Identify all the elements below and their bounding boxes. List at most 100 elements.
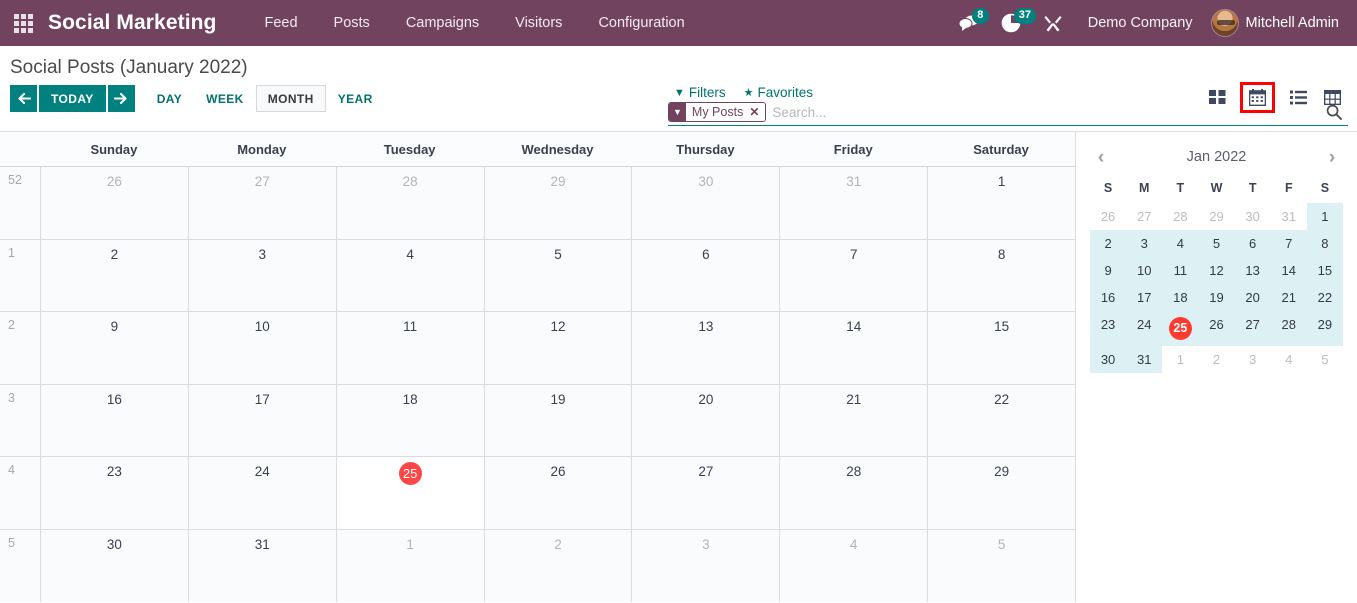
mini-calendar-day[interactable]: 29 xyxy=(1198,203,1234,230)
calendar-day-number[interactable]: 7 xyxy=(850,245,858,265)
mini-calendar-day[interactable]: 23 xyxy=(1090,311,1127,346)
mini-calendar-day[interactable]: 18 xyxy=(1162,284,1199,311)
week-number[interactable]: 4 xyxy=(0,457,40,529)
calendar-day-number[interactable]: 27 xyxy=(698,462,713,482)
calendar-day-number[interactable]: 5 xyxy=(998,535,1006,555)
calendar-day-number[interactable]: 26 xyxy=(107,172,122,192)
calendar-day-cell[interactable]: 3 xyxy=(631,529,780,602)
calendar-day-number[interactable]: 13 xyxy=(698,317,713,337)
week-number[interactable]: 52 xyxy=(0,167,40,239)
mini-calendar-day[interactable]: 2 xyxy=(1198,346,1234,373)
calendar-day-number[interactable]: 12 xyxy=(550,317,565,337)
mini-calendar-day[interactable]: 21 xyxy=(1270,284,1307,311)
calendar-day-number[interactable]: 2 xyxy=(554,535,562,555)
week-number[interactable]: 3 xyxy=(0,384,40,457)
mini-calendar-day[interactable]: 28 xyxy=(1162,203,1198,230)
mini-calendar-day[interactable]: 26 xyxy=(1090,203,1126,230)
calendar-day-cell[interactable]: 1 xyxy=(335,529,484,602)
mini-calendar-day[interactable]: 24 xyxy=(1126,311,1163,346)
calendar-day-cell[interactable]: 10 xyxy=(187,312,336,384)
week-number[interactable]: 1 xyxy=(0,239,40,312)
messages-menu[interactable]: 8 xyxy=(948,0,990,46)
calendar-day-number[interactable]: 2 xyxy=(111,245,119,265)
calendar-day-cell[interactable]: 20 xyxy=(631,384,780,457)
mini-calendar-day[interactable]: 20 xyxy=(1234,284,1271,311)
calendar-day-cell[interactable]: 8 xyxy=(927,239,1075,312)
calendar-day-number[interactable]: 15 xyxy=(994,317,1009,337)
mini-calendar-day[interactable]: 29 xyxy=(1306,311,1343,346)
mini-calendar-day[interactable]: 9 xyxy=(1090,257,1127,284)
mini-calendar-day[interactable]: 4 xyxy=(1162,230,1199,257)
calendar-day-number[interactable]: 9 xyxy=(111,317,119,337)
calendar-day-cell[interactable]: 18 xyxy=(335,384,484,457)
calendar-day-cell[interactable]: 12 xyxy=(483,312,632,384)
calendar-day-cell[interactable]: 16 xyxy=(40,384,188,457)
calendar-day-number[interactable]: 30 xyxy=(698,172,713,192)
company-switcher[interactable]: Demo Company xyxy=(1074,15,1207,31)
calendar-day-number[interactable]: 31 xyxy=(255,535,270,555)
calendar-day-cell[interactable]: 7 xyxy=(779,239,928,312)
calendar-day-cell[interactable]: 2 xyxy=(483,529,632,602)
mini-calendar-day[interactable]: 3 xyxy=(1235,346,1271,373)
calendar-day-number[interactable]: 14 xyxy=(846,317,861,337)
calendar-day-number[interactable]: 29 xyxy=(994,462,1009,482)
today-button[interactable]: TODAY xyxy=(39,85,106,112)
mini-calendar-day[interactable]: 19 xyxy=(1198,284,1235,311)
calendar-day-cell[interactable]: 19 xyxy=(483,384,632,457)
mini-calendar-day[interactable]: 7 xyxy=(1270,230,1307,257)
calendar-day-cell[interactable]: 3 xyxy=(187,239,336,312)
calendar-day-cell[interactable]: 31 xyxy=(779,167,928,239)
calendar-day-cell[interactable]: 4 xyxy=(779,529,928,602)
calendar-day-cell[interactable]: 30 xyxy=(40,529,188,602)
filters-dropdown[interactable]: ▼ Filters xyxy=(674,85,726,100)
calendar-day-number[interactable]: 1 xyxy=(998,172,1006,192)
calendar-day-number[interactable]: 23 xyxy=(107,462,122,482)
apps-grid-icon[interactable] xyxy=(0,0,46,46)
mini-calendar-day[interactable]: 27 xyxy=(1234,311,1271,346)
calendar-day-cell[interactable]: 23 xyxy=(40,457,188,529)
mini-calendar-day[interactable]: 22 xyxy=(1306,284,1343,311)
calendar-day-cell[interactable]: 21 xyxy=(779,384,928,457)
mini-calendar-day[interactable]: 27 xyxy=(1126,203,1162,230)
calendar-day-cell[interactable]: 28 xyxy=(779,457,928,529)
app-brand-title[interactable]: Social Marketing xyxy=(48,11,216,35)
mini-calendar-day[interactable]: 25 xyxy=(1162,311,1199,346)
calendar-day-cell[interactable]: 17 xyxy=(187,384,336,457)
calendar-day-cell[interactable]: 26 xyxy=(483,457,632,529)
mini-calendar-day[interactable]: 2 xyxy=(1090,230,1127,257)
calendar-day-number[interactable]: 30 xyxy=(107,535,122,555)
mini-calendar-day[interactable]: 28 xyxy=(1270,311,1307,346)
search-box[interactable]: ▼ My Posts ✕ xyxy=(668,100,1348,126)
calendar-day-number[interactable]: 3 xyxy=(702,535,710,555)
menu-item-visitors[interactable]: Visitors xyxy=(497,0,580,46)
calendar-day-cell[interactable]: 2 xyxy=(40,239,188,312)
mini-calendar-day[interactable]: 1 xyxy=(1162,346,1198,373)
calendar-day-number[interactable]: 21 xyxy=(846,390,861,410)
calendar-day-cell[interactable]: 29 xyxy=(483,167,632,239)
user-menu[interactable]: Mitchell Admin xyxy=(1207,0,1347,46)
calendar-day-number[interactable]: 25 xyxy=(398,462,422,486)
mini-calendar-day[interactable]: 10 xyxy=(1126,257,1163,284)
calendar-day-cell[interactable]: 11 xyxy=(335,312,484,384)
chevron-left-icon[interactable]: ‹ xyxy=(1090,148,1112,167)
calendar-day-number[interactable]: 17 xyxy=(255,390,270,410)
mini-calendar-day[interactable]: 11 xyxy=(1162,257,1199,284)
calendar-day-number[interactable]: 11 xyxy=(403,317,417,337)
calendar-day-cell[interactable]: 22 xyxy=(927,384,1075,457)
mini-calendar-day[interactable]: 31 xyxy=(1271,203,1307,230)
calendar-day-cell[interactable]: 6 xyxy=(631,239,780,312)
search-input[interactable] xyxy=(766,101,1322,123)
scale-day-button[interactable]: DAY xyxy=(145,85,194,112)
calendar-day-number[interactable]: 22 xyxy=(994,390,1009,410)
mini-calendar-day[interactable]: 16 xyxy=(1090,284,1127,311)
calendar-day-cell[interactable]: 27 xyxy=(187,167,336,239)
calendar-day-number[interactable]: 19 xyxy=(550,390,565,410)
calendar-day-number[interactable]: 4 xyxy=(406,245,414,265)
calendar-day-number[interactable]: 18 xyxy=(403,390,418,410)
menu-item-configuration[interactable]: Configuration xyxy=(580,0,702,46)
search-icon[interactable] xyxy=(1322,104,1348,120)
calendar-day-number[interactable]: 4 xyxy=(850,535,858,555)
calendar-day-number[interactable]: 24 xyxy=(255,462,270,482)
week-number[interactable]: 2 xyxy=(0,312,40,384)
calendar-day-cell[interactable]: 31 xyxy=(187,529,336,602)
